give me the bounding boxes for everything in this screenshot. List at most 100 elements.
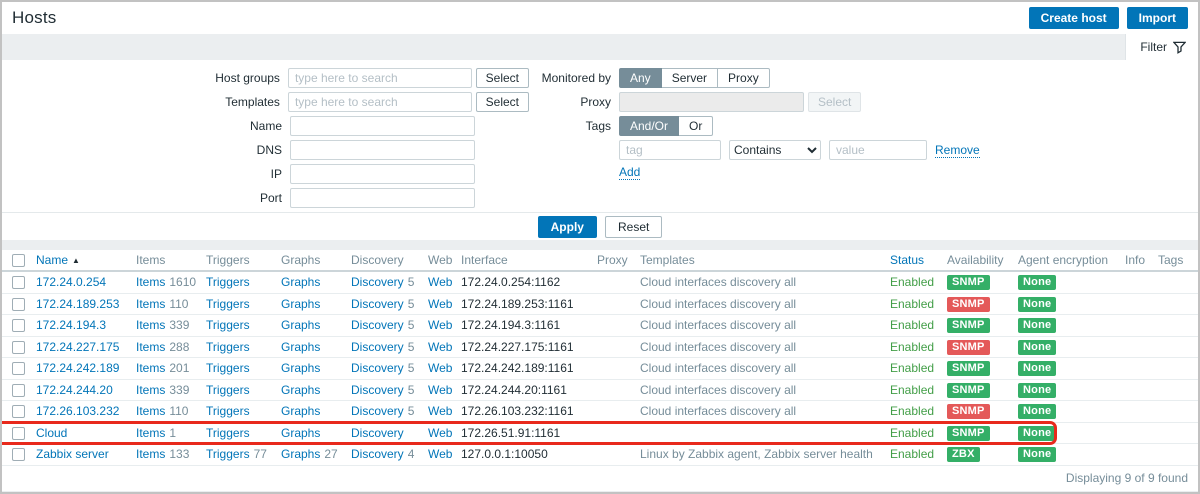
discovery-link[interactable]: Discovery [351, 340, 404, 354]
triggers-link[interactable]: Triggers [206, 297, 250, 311]
status-enabled-link[interactable]: Enabled [890, 447, 934, 461]
name-input[interactable] [290, 116, 475, 136]
discovery-link[interactable]: Discovery [351, 275, 404, 289]
row-checkbox[interactable] [12, 341, 25, 354]
graphs-link[interactable]: Graphs [281, 275, 320, 289]
select-all-checkbox[interactable] [12, 254, 25, 267]
tag-name-input[interactable] [619, 140, 721, 160]
items-link[interactable]: Items [136, 340, 165, 354]
sort-by-name[interactable]: Name [36, 253, 68, 267]
filter-tab[interactable]: Filter [1125, 34, 1198, 60]
row-checkbox[interactable] [12, 448, 25, 461]
discovery-link[interactable]: Discovery [351, 297, 404, 311]
items-link[interactable]: Items [136, 318, 165, 332]
row-checkbox[interactable] [12, 319, 25, 332]
host-groups-select-button[interactable]: Select [476, 68, 529, 88]
row-checkbox[interactable] [12, 298, 25, 311]
proxy-input[interactable] [619, 92, 804, 112]
items-link[interactable]: Items [136, 447, 165, 461]
status-enabled-link[interactable]: Enabled [890, 297, 934, 311]
template-link[interactable]: Zabbix server health [764, 447, 873, 461]
items-link[interactable]: Items [136, 275, 165, 289]
status-enabled-link[interactable]: Enabled [890, 361, 934, 375]
template-link[interactable]: Linux by Zabbix agent [640, 447, 757, 461]
items-link[interactable]: Items [136, 361, 165, 375]
triggers-link[interactable]: Triggers [206, 318, 250, 332]
template-link[interactable]: Cloud interfaces discovery all [640, 297, 796, 311]
template-link[interactable]: Cloud interfaces discovery all [640, 404, 796, 418]
host-name-link[interactable]: 172.24.242.189 [36, 361, 119, 375]
triggers-link[interactable]: Triggers [206, 383, 250, 397]
tags-mode-option-or[interactable]: Or [678, 116, 713, 136]
items-link[interactable]: Items [136, 426, 165, 440]
host-name-link[interactable]: 172.26.103.232 [36, 404, 119, 418]
discovery-link[interactable]: Discovery [351, 404, 404, 418]
web-link[interactable]: Web [428, 426, 452, 440]
graphs-link[interactable]: Graphs [281, 426, 320, 440]
status-enabled-link[interactable]: Enabled [890, 383, 934, 397]
discovery-link[interactable]: Discovery [351, 361, 404, 375]
monitored-by-option-proxy[interactable]: Proxy [717, 68, 770, 88]
dns-input[interactable] [290, 140, 475, 160]
discovery-link[interactable]: Discovery [351, 426, 404, 440]
apply-button[interactable]: Apply [538, 216, 597, 238]
create-host-button[interactable]: Create host [1029, 7, 1119, 29]
tag-value-input[interactable] [829, 140, 927, 160]
web-link[interactable]: Web [428, 447, 452, 461]
host-name-link[interactable]: 172.24.194.3 [36, 318, 106, 332]
row-checkbox[interactable] [12, 276, 25, 289]
host-name-link[interactable]: Cloud [36, 426, 67, 440]
web-link[interactable]: Web [428, 404, 452, 418]
discovery-link[interactable]: Discovery [351, 318, 404, 332]
host-name-link[interactable]: 172.24.244.20 [36, 383, 113, 397]
triggers-link[interactable]: Triggers [206, 404, 250, 418]
proxy-select-button[interactable]: Select [808, 92, 861, 112]
web-link[interactable]: Web [428, 297, 452, 311]
host-name-link[interactable]: 172.24.189.253 [36, 297, 119, 311]
items-link[interactable]: Items [136, 383, 165, 397]
ip-input[interactable] [290, 164, 475, 184]
status-enabled-link[interactable]: Enabled [890, 426, 934, 440]
template-link[interactable]: Cloud interfaces discovery all [640, 383, 796, 397]
graphs-link[interactable]: Graphs [281, 297, 320, 311]
tag-operator-select[interactable]: Contains [729, 140, 821, 160]
triggers-link[interactable]: Triggers [206, 275, 250, 289]
items-link[interactable]: Items [136, 404, 165, 418]
web-link[interactable]: Web [428, 361, 452, 375]
triggers-link[interactable]: Triggers [206, 361, 250, 375]
discovery-link[interactable]: Discovery [351, 447, 404, 461]
port-input[interactable] [290, 188, 475, 208]
host-groups-input[interactable] [288, 68, 472, 88]
sort-by-status[interactable]: Status [890, 253, 924, 267]
templates-input[interactable] [288, 92, 472, 112]
items-link[interactable]: Items [136, 297, 165, 311]
triggers-link[interactable]: Triggers [206, 340, 250, 354]
monitored-by-option-server[interactable]: Server [661, 68, 718, 88]
triggers-link[interactable]: Triggers [206, 426, 250, 440]
template-link[interactable]: Cloud interfaces discovery all [640, 361, 796, 375]
reset-button[interactable]: Reset [605, 216, 662, 238]
tags-mode-option-andor[interactable]: And/Or [619, 116, 679, 136]
row-checkbox[interactable] [12, 427, 25, 440]
graphs-link[interactable]: Graphs [281, 340, 320, 354]
templates-select-button[interactable]: Select [476, 92, 529, 112]
graphs-link[interactable]: Graphs [281, 383, 320, 397]
status-enabled-link[interactable]: Enabled [890, 404, 934, 418]
template-link[interactable]: Cloud interfaces discovery all [640, 340, 796, 354]
status-enabled-link[interactable]: Enabled [890, 318, 934, 332]
status-enabled-link[interactable]: Enabled [890, 275, 934, 289]
status-enabled-link[interactable]: Enabled [890, 340, 934, 354]
web-link[interactable]: Web [428, 383, 452, 397]
triggers-link[interactable]: Triggers [206, 447, 250, 461]
host-name-link[interactable]: Zabbix server [36, 447, 109, 461]
template-link[interactable]: Cloud interfaces discovery all [640, 318, 796, 332]
row-checkbox[interactable] [12, 362, 25, 375]
add-tag-link[interactable]: Add [619, 165, 640, 180]
web-link[interactable]: Web [428, 275, 452, 289]
graphs-link[interactable]: Graphs [281, 447, 320, 461]
host-name-link[interactable]: 172.24.0.254 [36, 275, 106, 289]
host-name-link[interactable]: 172.24.227.175 [36, 340, 119, 354]
row-checkbox[interactable] [12, 384, 25, 397]
row-checkbox[interactable] [12, 405, 25, 418]
import-button[interactable]: Import [1127, 7, 1188, 29]
